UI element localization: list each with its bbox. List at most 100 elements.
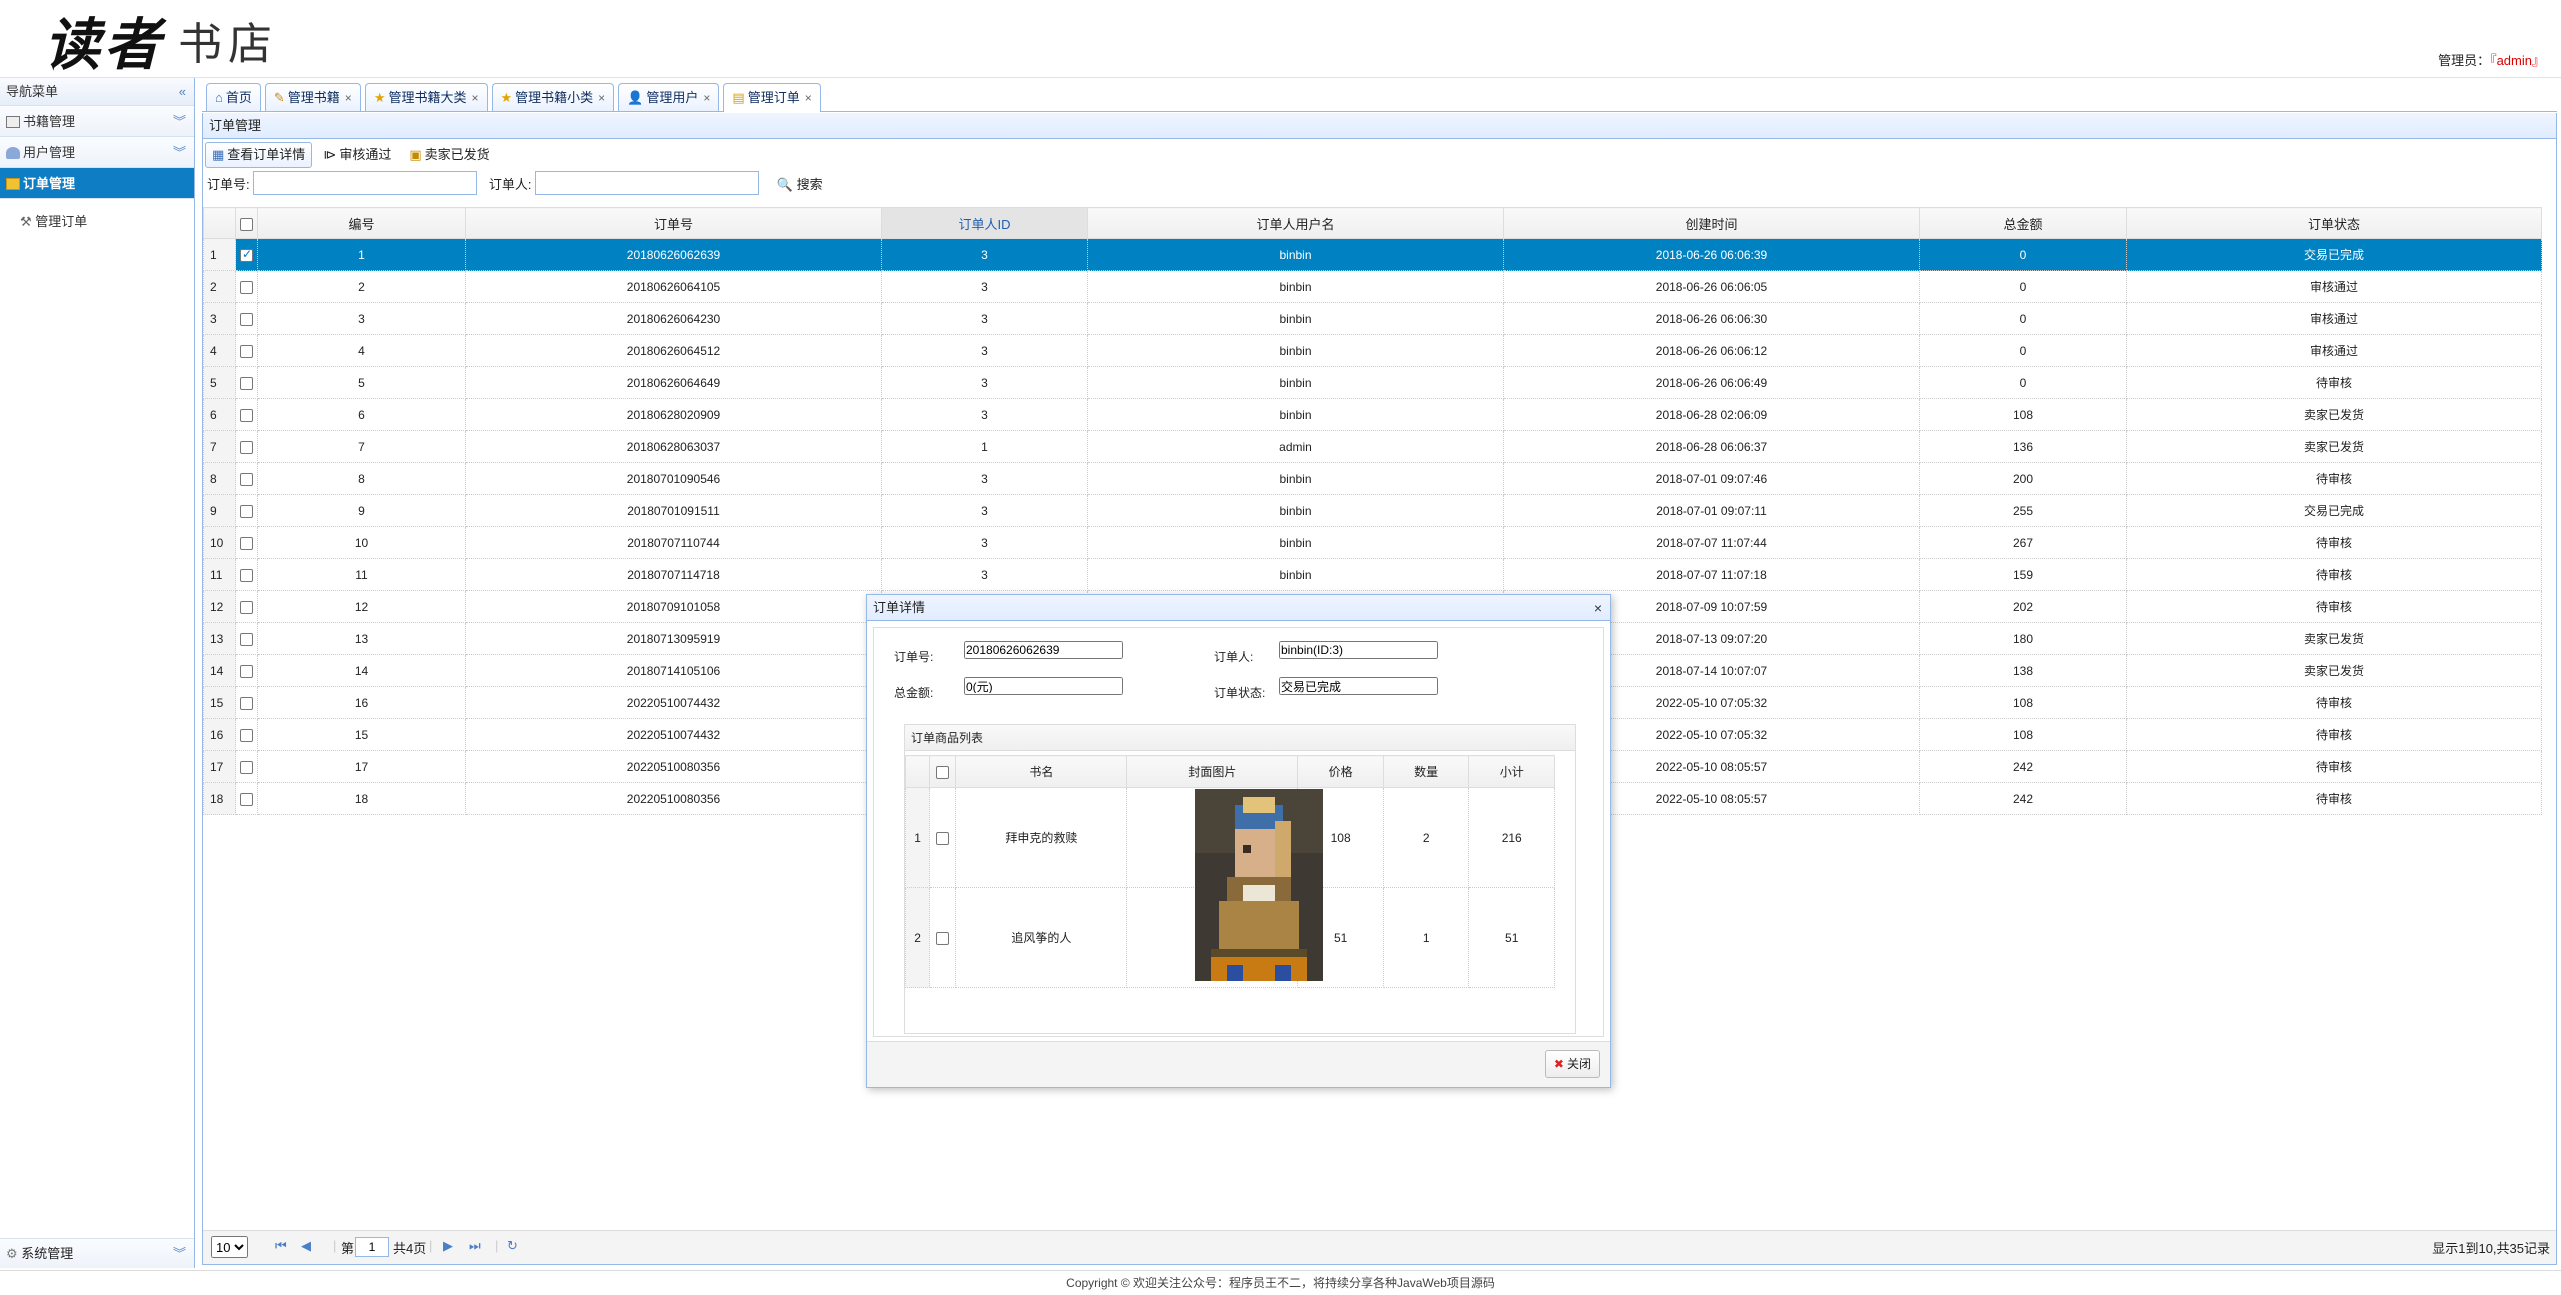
table-row[interactable]: 9 9 20180701091511 3 binbin 2018-07-01 09:07:… — [203, 494, 2542, 527]
order-id: 5 — [257, 366, 466, 399]
button-label: 卖家已发货 — [424, 147, 490, 162]
close-icon[interactable]: × — [471, 91, 478, 105]
column-header[interactable]: 订单人ID — [881, 207, 1088, 239]
nav-item-books[interactable]: 书籍管理 ︾ — [0, 106, 194, 137]
table-row[interactable]: 6 6 20180628020909 3 binbin 2018-06-28 02:06:… — [203, 398, 2542, 431]
last-page-icon[interactable]: ⏭ — [469, 1238, 481, 1254]
created-time: 2018-06-26 06:06:39 — [1503, 238, 1920, 271]
user-id: 3 — [881, 366, 1088, 399]
close-icon[interactable]: × — [805, 91, 812, 105]
tab-manage-users[interactable]: 👤 管理用户 × — [618, 83, 720, 111]
column-header[interactable]: 订单号 — [465, 207, 882, 239]
nav-item-system[interactable]: ⚙ 系统管理 ︾ — [0, 1238, 194, 1268]
column-header[interactable]: 总金额 — [1919, 207, 2127, 239]
table-row[interactable]: 11 11 20180707114718 3 binbin 2018-07-07 11:0… — [203, 558, 2542, 591]
order-no-field[interactable] — [964, 641, 1123, 659]
table-row[interactable]: 2 2 20180626064105 3 binbin 2018-06-26 06:06:… — [203, 270, 2542, 303]
nav-sub-item-manage-orders[interactable]: ⚒ 管理订单 — [20, 207, 194, 237]
mark-shipped-button[interactable]: ▣ 卖家已发货 — [402, 142, 496, 168]
double-left-chevron-icon[interactable]: « — [179, 78, 186, 106]
logo: 读者 书店 — [44, 8, 278, 78]
row-checkbox[interactable] — [235, 462, 258, 495]
total-field[interactable] — [964, 677, 1123, 695]
row-checkbox[interactable] — [235, 430, 258, 463]
table-row[interactable]: 4 4 20180626064512 3 binbin 2018-06-26 06:06:… — [203, 334, 2542, 367]
row-checkbox[interactable] — [235, 238, 258, 271]
close-button[interactable]: ✖ 关闭 — [1544, 1050, 1600, 1078]
row-checkbox[interactable] — [235, 270, 258, 303]
order-status: 待审核 — [2126, 590, 2542, 623]
column-header: 小计 — [1468, 755, 1555, 788]
page-size-select[interactable]: 10 — [211, 1236, 248, 1258]
select-all-checkbox[interactable] — [235, 207, 258, 239]
tab-manage-books[interactable]: ✎ 管理书籍 × — [264, 83, 361, 111]
row-checkbox[interactable] — [235, 622, 258, 655]
dialog-title-bar: 订单详情 × — [867, 595, 1610, 621]
row-checkbox[interactable] — [235, 750, 258, 783]
close-icon[interactable]: × — [703, 91, 710, 105]
order-no: 20180707114718 — [465, 558, 882, 591]
table-row[interactable]: 5 5 20180626064649 3 binbin 2018-06-26 06:06:… — [203, 366, 2542, 399]
table-row[interactable]: 8 8 20180701090546 3 binbin 2018-07-01 09:07:… — [203, 462, 2542, 495]
row-checkbox[interactable] — [929, 787, 957, 888]
close-icon[interactable]: × — [598, 91, 605, 105]
row-checkbox[interactable] — [235, 526, 258, 559]
row-checkbox[interactable] — [235, 558, 258, 591]
row-checkbox[interactable] — [235, 334, 258, 367]
view-order-detail-button[interactable]: ▦ 查看订单详情 — [205, 142, 313, 168]
row-number: 1 — [203, 238, 236, 271]
tab-home[interactable]: ⌂ 首页 — [206, 83, 261, 111]
total-amount: 136 — [1919, 430, 2127, 463]
tab-manage-categories[interactable]: ★ 管理书籍大类 × — [364, 83, 488, 111]
row-checkbox[interactable] — [235, 654, 258, 687]
next-page-icon[interactable]: ▶ — [443, 1238, 453, 1254]
total-amount: 108 — [1919, 398, 2127, 431]
checkbox-box — [240, 217, 253, 231]
row-checkbox[interactable] — [235, 302, 258, 335]
status-field[interactable] — [1279, 677, 1438, 695]
subtotal: 216 — [1468, 787, 1555, 888]
row-checkbox[interactable] — [235, 366, 258, 399]
nav-menu: 导航菜单 « 书籍管理 ︾ 用户管理 ︾ 订单管理 ⚒ 管理订单 ⚙ 系统管理 … — [0, 78, 195, 1268]
search-button[interactable]: 🔍 搜索 — [777, 174, 823, 193]
column-header[interactable]: 创建时间 — [1503, 207, 1920, 239]
tab-manage-orders[interactable]: ▤ 管理订单 × — [723, 83, 821, 112]
row-checkbox[interactable] — [235, 398, 258, 431]
row-checkbox[interactable] — [235, 718, 258, 751]
table-row[interactable]: 3 3 20180626064230 3 binbin 2018-06-26 06:06:… — [203, 302, 2542, 335]
prev-page-icon[interactable]: ◀ — [301, 1238, 311, 1254]
row-checkbox[interactable] — [235, 494, 258, 527]
refresh-icon[interactable]: ↻ — [507, 1238, 518, 1254]
order-no-input[interactable] — [253, 171, 478, 195]
created-time: 2018-07-07 11:07:18 — [1503, 558, 1920, 591]
select-all-checkbox[interactable] — [929, 755, 957, 788]
row-checkbox[interactable] — [235, 686, 258, 719]
approve-button[interactable]: ⧐ 审核通过 — [316, 142, 398, 168]
order-id: 9 — [257, 494, 466, 527]
page-number-input[interactable] — [355, 1237, 389, 1257]
column-header[interactable]: 订单人用户名 — [1087, 207, 1504, 239]
first-page-icon[interactable]: ⏮ — [275, 1238, 287, 1254]
row-checkbox[interactable] — [235, 782, 258, 815]
table-row[interactable]: 10 10 20180707110744 3 binbin 2018-07-07 11:0… — [203, 526, 2542, 559]
column-header[interactable]: 编号 — [257, 207, 466, 239]
nav-item-users[interactable]: 用户管理 ︾ — [0, 137, 194, 168]
orderer-input[interactable] — [535, 171, 760, 195]
nav-item-orders[interactable]: 订单管理 — [0, 168, 194, 199]
tab-manage-subcategories[interactable]: ★ 管理书籍小类 × — [491, 83, 615, 111]
table-row[interactable]: 11201806260626393binbin2018-06-26 06:06:… — [203, 238, 2542, 271]
close-icon[interactable]: × — [345, 91, 352, 105]
row-number: 14 — [203, 654, 236, 687]
close-icon[interactable]: × — [1594, 595, 1602, 621]
order-no: 20180709101058 — [465, 590, 882, 623]
orderer-label: 订单人: — [1214, 650, 1254, 664]
orderer-field[interactable] — [1279, 641, 1438, 659]
nav-sub-item-label: 管理订单 — [35, 214, 88, 229]
row-checkbox[interactable] — [929, 887, 957, 988]
order-id: 2 — [257, 270, 466, 303]
row-checkbox[interactable] — [235, 590, 258, 623]
table-row[interactable]: 7 7 20180628063037 1 admin 2018-06-28 06:06:3… — [203, 430, 2542, 463]
created-time: 2018-07-07 11:07:44 — [1503, 526, 1920, 559]
column-header[interactable]: 订单状态 — [2126, 207, 2542, 239]
user-id: 1 — [881, 430, 1088, 463]
